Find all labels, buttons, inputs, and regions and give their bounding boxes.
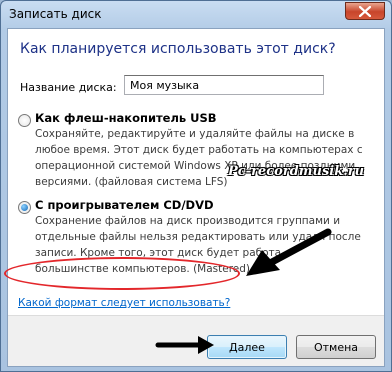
usb-desc-line: Сохраняйте, редактируйте и удаляйте файл…	[35, 128, 355, 140]
next-button[interactable]: Далее	[207, 335, 287, 359]
cd-dvd-mode-radio[interactable]	[18, 201, 31, 214]
usb-desc-line: любое время. Этот диск будет работать на…	[35, 144, 363, 156]
burn-disc-dialog: Записать диск Как планируется использова…	[0, 0, 392, 372]
cancel-button[interactable]: Отмена	[296, 335, 376, 359]
cd-dvd-mode-title[interactable]: С проигрывателем CD/DVD	[35, 198, 214, 212]
window-title: Записать диск	[9, 7, 102, 21]
site-watermark: Pc-recordmusik.ru	[228, 164, 365, 179]
disc-name-label: Название диска:	[20, 81, 117, 94]
disc-name-input[interactable]	[124, 75, 324, 95]
highlight-oval	[4, 257, 240, 290]
usb-mode-radio[interactable]	[18, 114, 31, 127]
page-title: Как планируется использовать этот диск?	[20, 41, 336, 57]
usb-mode-description: Сохраняйте, редактируйте и удаляйте файл…	[35, 126, 363, 190]
dialog-content: Как планируется использовать этот диск? …	[7, 28, 385, 367]
cd-desc-line: отдельные файлы нельзя редактировать или…	[35, 231, 361, 243]
cd-desc-line: Сохранение файлов на диск производится г…	[35, 215, 341, 227]
title-bar[interactable]: Записать диск	[1, 1, 391, 29]
format-help-link[interactable]: Какой формат следует использовать?	[18, 297, 230, 309]
close-icon	[359, 6, 371, 17]
usb-mode-title[interactable]: Как флеш-накопитель USB	[35, 111, 217, 125]
close-button[interactable]	[345, 2, 385, 20]
